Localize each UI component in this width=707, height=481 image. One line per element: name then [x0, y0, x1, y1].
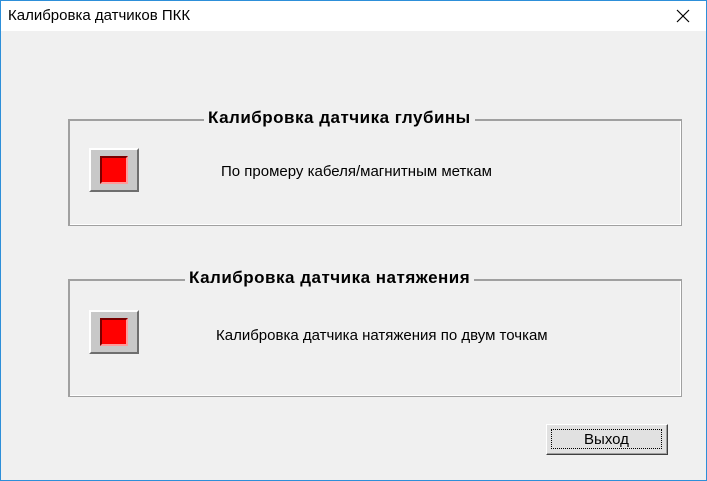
tension-sensor-group: Калибровка датчика натяжения Калибровка …: [68, 268, 682, 397]
depth-calibration-label: По промеру кабеля/магнитным меткам: [221, 163, 492, 180]
close-icon: [676, 9, 690, 23]
tension-calibration-label: Калибровка датчика натяжения по двум точ…: [216, 327, 548, 344]
depth-sensor-group-title: Калибровка датчика глубины: [204, 108, 475, 128]
depth-sensor-group: Калибровка датчика глубины По промеру ка…: [68, 108, 682, 226]
exit-button-label: Выход: [551, 429, 662, 449]
depth-calibration-indicator: [100, 156, 128, 184]
tension-sensor-group-title: Калибровка датчика натяжения: [185, 268, 475, 288]
exit-button[interactable]: Выход: [546, 424, 668, 455]
tension-calibration-indicator: [100, 318, 128, 346]
tension-calibration-button[interactable]: [89, 310, 139, 354]
window-title: Калибровка датчиков ПКК: [8, 7, 191, 24]
title-bar[interactable]: Калибровка датчиков ПКК: [1, 1, 706, 31]
depth-calibration-button[interactable]: [89, 148, 139, 192]
close-button[interactable]: [660, 1, 706, 31]
calibration-window: Калибровка датчиков ПКК Калибровка датчи…: [0, 0, 707, 481]
